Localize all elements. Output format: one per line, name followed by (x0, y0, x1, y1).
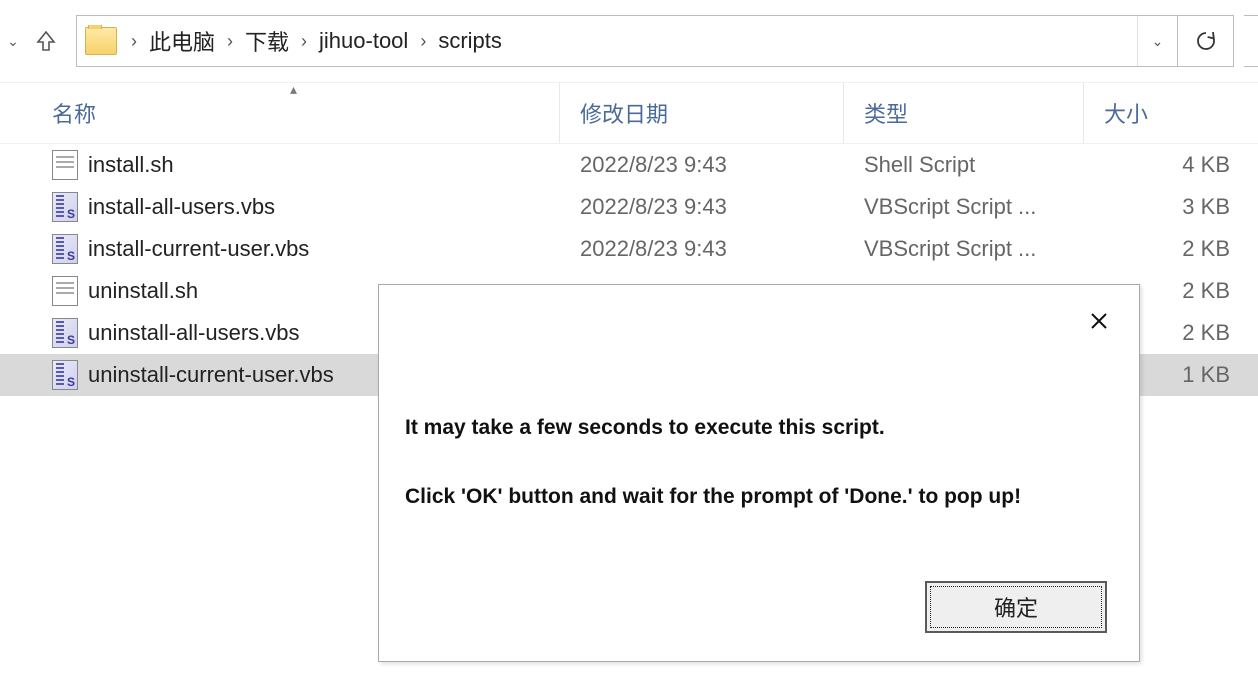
breadcrumb-item[interactable]: 下载 (245, 25, 289, 57)
column-header-label: 类型 (864, 97, 908, 129)
breadcrumb-item[interactable]: scripts (438, 28, 502, 54)
ok-button[interactable]: 确定 (925, 581, 1107, 633)
column-header-row: 名称 ▴ 修改日期 类型 大小 (0, 82, 1258, 144)
search-box-edge[interactable] (1244, 15, 1258, 67)
column-header-label: 修改日期 (580, 97, 668, 129)
file-size: 4 KB (1084, 152, 1258, 178)
column-header-type[interactable]: 类型 (844, 83, 1084, 143)
file-row[interactable]: install-all-users.vbs 2022/8/23 9:43VBScr… (0, 186, 1258, 228)
up-arrow-icon (36, 30, 56, 52)
file-type: VBScript Script ... (844, 194, 1084, 220)
file-date: 2022/8/23 9:43 (560, 236, 844, 262)
navigation-toolbar: ⌄ › 此电脑 › 下载 › jihuo-tool › scripts ⌄ (0, 0, 1258, 82)
file-row[interactable]: install.sh 2022/8/23 9:43Shell Script4 KB (0, 144, 1258, 186)
address-bar[interactable]: › 此电脑 › 下载 › jihuo-tool › scripts ⌄ (76, 15, 1234, 67)
chevron-right-icon: › (408, 31, 438, 52)
breadcrumb-item[interactable]: 此电脑 (149, 25, 215, 57)
chevron-right-icon: › (215, 31, 245, 52)
column-header-name[interactable]: 名称 ▴ (0, 83, 560, 143)
column-header-label: 大小 (1104, 97, 1148, 129)
file-row[interactable]: install-current-user.vbs 2022/8/23 9:43VB… (0, 228, 1258, 270)
close-icon (1089, 311, 1109, 331)
file-type: VBScript Script ... (844, 236, 1084, 262)
file-name: uninstall.sh (88, 278, 198, 304)
file-type: Shell Script (844, 152, 1084, 178)
close-button[interactable] (1079, 303, 1119, 339)
folder-icon (85, 27, 117, 55)
dialog-message: It may take a few seconds to execute thi… (379, 285, 1139, 512)
sort-ascending-icon: ▴ (290, 81, 297, 98)
refresh-button[interactable] (1177, 16, 1233, 66)
up-button[interactable] (28, 21, 64, 61)
file-name: install-current-user.vbs (88, 236, 309, 262)
file-name: uninstall-current-user.vbs (88, 362, 334, 388)
breadcrumb: › 此电脑 › 下载 › jihuo-tool › scripts (77, 25, 1137, 57)
dialog-text-line: It may take a few seconds to execute thi… (405, 413, 1113, 442)
chevron-right-icon: › (289, 31, 319, 52)
chevron-right-icon: › (119, 31, 149, 52)
file-size: 2 KB (1084, 236, 1258, 262)
shell-script-icon (52, 276, 78, 306)
script-confirmation-dialog: It may take a few seconds to execute thi… (378, 284, 1140, 662)
column-header-label: 名称 (52, 97, 96, 129)
file-date: 2022/8/23 9:43 (560, 194, 844, 220)
history-dropdown[interactable]: ⌄ (2, 21, 24, 61)
vbscript-icon (52, 234, 78, 264)
address-dropdown[interactable]: ⌄ (1137, 16, 1177, 66)
shell-script-icon (52, 150, 78, 180)
file-name: install.sh (88, 152, 174, 178)
vbscript-icon (52, 192, 78, 222)
vbscript-icon (52, 360, 78, 390)
breadcrumb-item[interactable]: jihuo-tool (319, 28, 408, 54)
file-name: uninstall-all-users.vbs (88, 320, 300, 346)
column-header-size[interactable]: 大小 (1084, 83, 1258, 143)
file-name: install-all-users.vbs (88, 194, 275, 220)
ok-button-label: 确定 (994, 591, 1038, 623)
file-size: 3 KB (1084, 194, 1258, 220)
file-date: 2022/8/23 9:43 (560, 152, 844, 178)
column-header-date[interactable]: 修改日期 (560, 83, 844, 143)
vbscript-icon (52, 318, 78, 348)
dialog-text-line: Click 'OK' button and wait for the promp… (405, 482, 1113, 511)
refresh-icon (1195, 30, 1217, 52)
